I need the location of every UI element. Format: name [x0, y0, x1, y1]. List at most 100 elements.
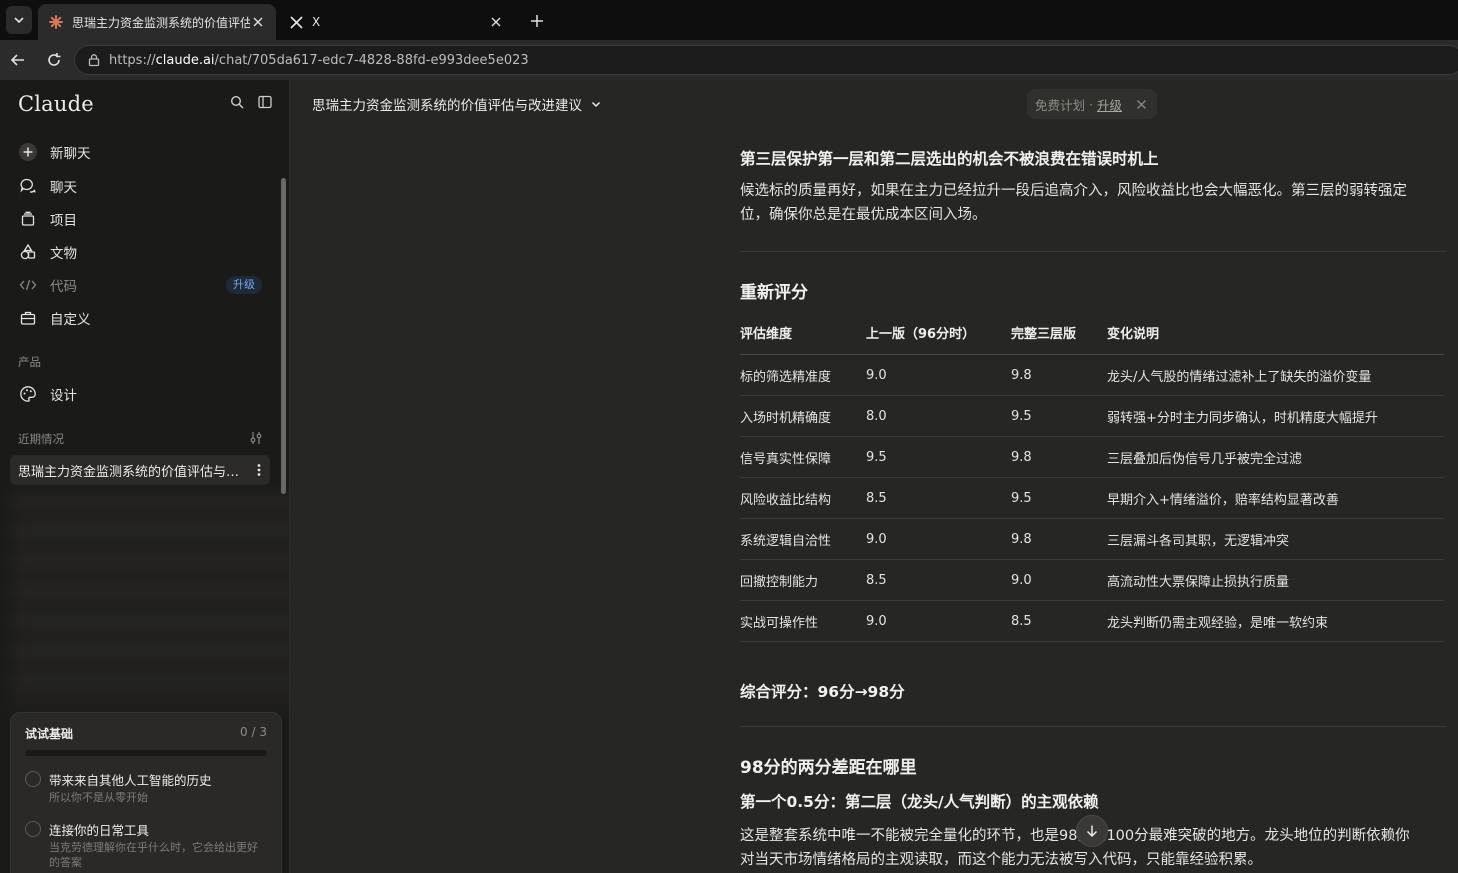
sidebar-item-label: 设计 [50, 388, 77, 404]
divider [740, 726, 1446, 727]
table-cell: 高流动性大票保障止损执行质量 [1107, 559, 1444, 601]
table-cell: 入场时机精确度 [740, 395, 866, 437]
plan-separator: · [1089, 96, 1093, 112]
table-cell: 早期介入+情绪溢价，赔率结构显著改善 [1107, 477, 1444, 519]
table-cell: 8.5 [866, 559, 1011, 601]
table-cell: 9.5 [1011, 477, 1107, 519]
new-tab-button[interactable] [524, 8, 550, 34]
table-cell: 弱转强+分时主力同步确认，时机精度大幅提升 [1107, 395, 1444, 437]
table-row: 风险收益比结构 8.5 9.5 早期介入+情绪溢价，赔率结构显著改善 [740, 477, 1444, 519]
table-cell: 三层叠加后伪信号几乎被完全过滤 [1107, 436, 1444, 478]
table-cell: 9.8 [1011, 518, 1107, 560]
table-cell: 风险收益比结构 [740, 477, 866, 519]
close-icon[interactable] [1136, 99, 1147, 110]
table-cell: 9.0 [866, 600, 1011, 642]
table-row: 回撤控制能力 8.5 9.0 高流动性大票保障止损执行质量 [740, 559, 1444, 601]
sidebar-scrollbar[interactable] [281, 178, 286, 494]
url-domain: claude.ai [155, 52, 215, 68]
browser-tab-active[interactable]: 思瑞主力资金监测系统的价值评估 [38, 4, 276, 40]
recent-chat-item[interactable]: 思瑞主力资金监测系统的价值评估与改进建议 [10, 455, 270, 485]
table-cell: 8.5 [1011, 600, 1107, 642]
task-checkbox[interactable] [25, 771, 41, 787]
upgrade-badge[interactable]: 升级 [226, 276, 262, 294]
back-button[interactable] [6, 48, 30, 72]
address-bar: https://claude.ai/chat/705da617-edc7-482… [0, 40, 1458, 80]
table-header-row: 评估维度 上一版（96分时） 完整三层版 变化说明 [740, 323, 1444, 355]
plan-banner: 免费计划 · 升级 [1027, 89, 1158, 119]
table-cell: 龙头判断仍需主观经验，是唯一软约束 [1107, 600, 1444, 642]
sidebar-item-code[interactable]: 代码 升级 [10, 270, 272, 300]
sidebar-item-new-chat[interactable]: 新聊天 [10, 137, 272, 167]
more-options-icon[interactable] [248, 463, 270, 477]
site-info-icon[interactable] [87, 53, 101, 67]
section-heading: 第三层保护第一层和第二层选出的机会不被浪费在错误时机上 [740, 150, 1159, 168]
sidebar-item-label: 新聊天 [50, 146, 91, 162]
reload-button[interactable] [42, 48, 66, 72]
sidebar: Claude 新聊天 聊天 项目 文物 代码 升级 自定义 产品 设计 近期情况… [0, 80, 290, 873]
table-row: 入场时机精确度 8.0 9.5 弱转强+分时主力同步确认，时机精度大幅提升 [740, 395, 1444, 437]
sidebar-item-label: 代码 [50, 279, 77, 295]
task-subtitle: 所以你不是从零开始 [49, 791, 148, 804]
table-row: 标的筛选精准度 9.0 9.8 龙头/人气股的情绪过滤补上了缺失的溢价变量 [740, 354, 1444, 396]
chat-title-button[interactable]: 思瑞主力资金监测系统的价值评估与改进建议 [312, 94, 602, 114]
table-cell: 三层漏斗各司其职，无逻辑冲突 [1107, 518, 1444, 560]
paragraph: 候选标的质量再好，如果在主力已经拉升一段后追高介入，风险收益比也会大幅恶化。第三… [740, 183, 1407, 223]
reload-icon [48, 53, 61, 66]
task-checkbox[interactable] [25, 820, 41, 837]
sub-heading: 第一个0.5分：第二层（龙头/人气判断）的主观依赖 [740, 793, 1099, 811]
url-path: /chat/705da617-edc7-4828-88fd-e993dee5e0… [214, 52, 529, 68]
url-field[interactable]: https://claude.ai/chat/705da617-edc7-482… [74, 45, 1458, 75]
task-subtitle: 当克劳德理解你在乎什么时，它会给出更好的答案 [49, 840, 258, 869]
sidebar-item-customize[interactable]: 自定义 [10, 303, 272, 333]
sidebar-item-artifacts[interactable]: 文物 [10, 237, 272, 267]
table-cell: 信号真实性保障 [740, 436, 866, 478]
sidebar-item-label: 聊天 [50, 180, 77, 196]
task-item[interactable]: 带来来自其他人工智能的历史 所以你不是从零开始 [25, 770, 267, 806]
close-tab-icon[interactable] [488, 14, 504, 30]
sidebar-item-label: 项目 [50, 213, 77, 229]
evaluation-table: 评估维度 上一版（96分时） 完整三层版 变化说明 标的筛选精准度 9.0 9.… [740, 323, 1444, 642]
table-row: 信号真实性保障 9.5 9.8 三层叠加后伪信号几乎被完全过滤 [740, 436, 1444, 478]
url-prefix: https:// [109, 52, 156, 68]
table-cell: 9.0 [1011, 559, 1107, 601]
table-cell: 9.8 [1011, 436, 1107, 478]
tab-title: X [312, 15, 321, 29]
sidebar-toggle-icon[interactable] [255, 92, 275, 112]
column-header: 上一版（96分时） [866, 323, 1011, 355]
column-header: 评估维度 [740, 323, 866, 355]
plus-icon [531, 15, 543, 27]
score-summary: 综合评分：96分→98分 [740, 683, 905, 701]
table-cell: 系统逻辑自洽性 [740, 518, 866, 560]
get-started-progress [25, 750, 267, 756]
table-cell: 8.5 [866, 477, 1011, 519]
search-icon[interactable] [227, 92, 247, 112]
claude-brand[interactable]: Claude [18, 92, 94, 116]
table-row: 系统逻辑自洽性 9.0 9.8 三层漏斗各司其职，无逻辑冲突 [740, 518, 1444, 560]
sidebar-item-chats[interactable]: 聊天 [10, 171, 272, 201]
table-cell: 9.5 [866, 436, 1011, 478]
sidebar-item-projects[interactable]: 项目 [10, 204, 272, 234]
table-cell: 8.0 [866, 395, 1011, 437]
tab-search-button[interactable] [6, 6, 32, 34]
get-started-title: 试试基础 [25, 727, 74, 741]
upgrade-link[interactable]: 升级 [1097, 95, 1122, 114]
claude-logo-icon [48, 14, 64, 30]
folder-stack-icon [18, 209, 38, 229]
task-title: 带来来自其他人工智能的历史 [49, 773, 212, 788]
table-cell: 回撤控制能力 [740, 559, 866, 601]
scroll-to-bottom-button[interactable] [1076, 815, 1108, 847]
chevron-down-icon [14, 17, 24, 24]
shapes-icon [18, 242, 38, 262]
close-tab-icon[interactable] [250, 14, 266, 30]
filter-sliders-icon[interactable] [246, 428, 266, 448]
arrow-left-icon [10, 54, 24, 66]
task-item[interactable]: 连接你的日常工具 当克劳德理解你在乎什么时，它会给出更好的答案 [25, 820, 267, 871]
briefcase-icon [18, 308, 38, 328]
table-cell: 9.8 [1011, 354, 1107, 396]
sidebar-item-design[interactable]: 设计 [10, 379, 272, 409]
tab-title: 思瑞主力资金监测系统的价值评估 [72, 15, 250, 30]
arrow-down-icon [1086, 825, 1098, 838]
plan-label: 免费计划 [1035, 97, 1086, 113]
chat-bubbles-icon [18, 176, 38, 196]
browser-tab-x[interactable]: X [278, 4, 514, 40]
